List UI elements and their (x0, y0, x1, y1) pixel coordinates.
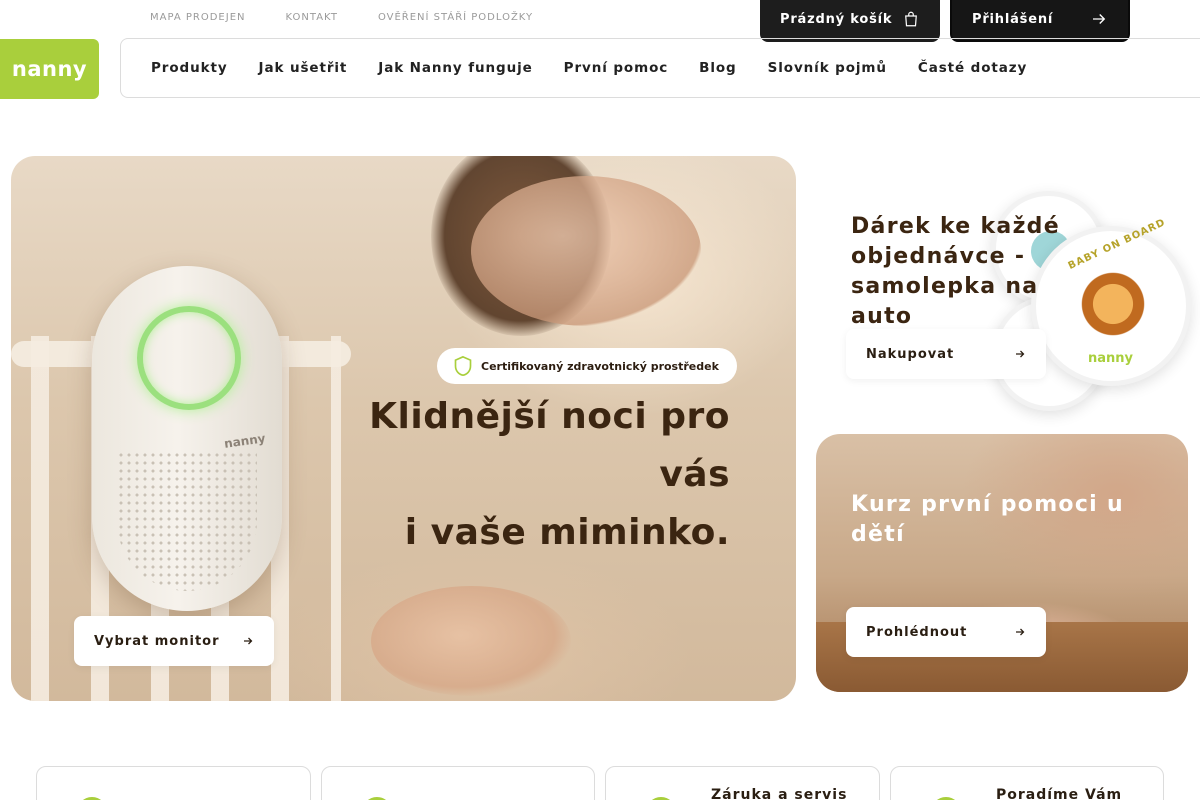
feature-card-warranty: Záruka a servis (605, 766, 880, 800)
view-course-button[interactable]: Prohlédnout (846, 607, 1046, 657)
cart-label: Prázdný košík (780, 11, 893, 27)
shop-button[interactable]: Nakupovat (846, 329, 1046, 379)
hero-product-device: nanny (92, 266, 282, 611)
nav-item-first-aid[interactable]: První pomoc (564, 60, 668, 76)
utility-link-store-map[interactable]: MAPA PRODEJEN (150, 12, 246, 23)
utility-links: MAPA PRODEJEN KONTAKT OVĚŘENÍ STÁŘÍ PODL… (150, 12, 533, 23)
feature-card-advice: Poradíme Vám (890, 766, 1164, 800)
view-course-label: Prohlédnout (866, 624, 968, 640)
device-speaker-grille (117, 451, 257, 591)
login-label: Přihlášení (972, 11, 1054, 27)
nav-item-save[interactable]: Jak ušetřit (259, 60, 348, 76)
arrow-right-icon (1016, 350, 1025, 358)
first-aid-course-card: Kurz první pomoci u dětí Prohlédnout (816, 434, 1188, 692)
hero-photo-baby (371, 586, 571, 696)
sticker-brand: nanny (1088, 351, 1134, 366)
shop-label: Nakupovat (866, 346, 955, 362)
hero-banner: nanny Certifikovaný zdravotnický prostře… (11, 156, 796, 701)
feature-title: Záruka a servis (711, 787, 848, 800)
nav-item-glossary[interactable]: Slovník pojmů (768, 60, 887, 76)
feature-card (321, 766, 595, 800)
gift-promo-card: BABY ON BOARD nanny Dárek ke každé objed… (816, 156, 1191, 414)
nav-item-faq[interactable]: Časté dotazy (918, 60, 1027, 76)
nav-item-how-it-works[interactable]: Jak Nanny funguje (378, 60, 532, 76)
device-brand-label: nanny (223, 431, 267, 451)
course-title: Kurz první pomoci u dětí (851, 492, 1124, 547)
shield-icon (454, 355, 472, 377)
hero-headline: Klidnější noci pro vás i vaše miminko. (310, 388, 730, 562)
arrow-right-icon (244, 637, 253, 645)
main-nav: Produkty Jak ušetřit Jak Nanny funguje P… (120, 38, 1200, 98)
choose-monitor-button[interactable]: Vybrat monitor (74, 616, 274, 666)
hero-headline-line1: Klidnější noci pro vás (369, 396, 730, 495)
login-button[interactable]: Přihlášení (950, 0, 1130, 42)
arrow-right-icon (1093, 14, 1106, 24)
nav-item-products[interactable]: Produkty (151, 60, 228, 76)
lion-face (1078, 269, 1148, 339)
nav-item-blog[interactable]: Blog (699, 60, 736, 76)
device-light-ring (137, 306, 241, 410)
logo[interactable]: nanny (0, 39, 99, 99)
cart-button[interactable]: Prázdný košík (760, 0, 940, 42)
certification-text: Certifikovaný zdravotnický prostředek (481, 359, 719, 373)
logo-text: nanny (11, 57, 88, 81)
feature-card (36, 766, 311, 800)
feature-title: Poradíme Vám (996, 787, 1123, 800)
hero-photo-mother (471, 176, 701, 326)
hero-headline-line2: i vaše miminko. (404, 512, 730, 553)
utility-link-contact[interactable]: KONTAKT (286, 12, 338, 23)
gift-promo-title: Dárek ke každé objednávce - samolepka na… (851, 214, 1060, 329)
utility-link-age-verification[interactable]: OVĚŘENÍ STÁŘÍ PODLOŽKY (378, 12, 533, 23)
certification-badge: Certifikovaný zdravotnický prostředek (437, 348, 737, 384)
shopping-bag-icon (905, 11, 917, 27)
arrow-right-icon (1016, 628, 1025, 636)
choose-monitor-label: Vybrat monitor (94, 633, 220, 649)
